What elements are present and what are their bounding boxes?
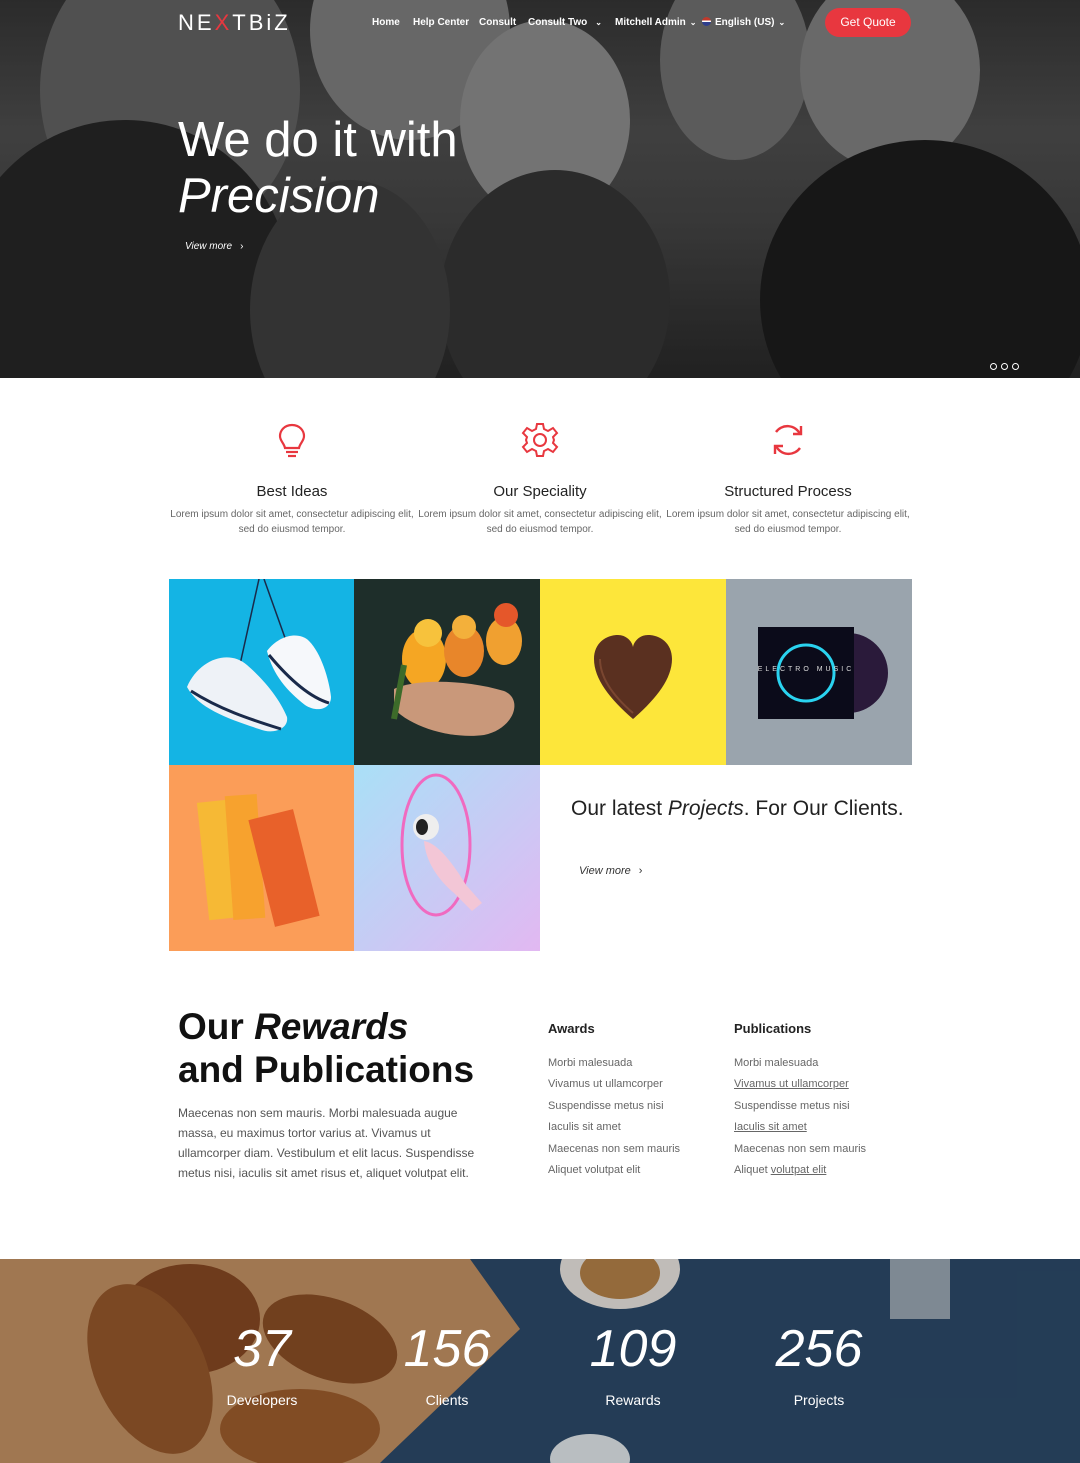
- project-tile-sneakers[interactable]: [169, 579, 355, 765]
- feature-our-speciality: Our Speciality Lorem ipsum dolor sit ame…: [416, 420, 664, 537]
- feature-text: Lorem ipsum dolor sit amet, consectetur …: [170, 509, 414, 535]
- books-image: [196, 794, 320, 927]
- list-item[interactable]: Aliquet volutpat elit: [734, 1160, 866, 1181]
- awards-list: Morbi malesuada Vivamus ut ullamcorper S…: [548, 1053, 680, 1181]
- nav-user-menu[interactable]: Mitchell Admin ⌄: [615, 17, 696, 28]
- nav-home[interactable]: Home: [372, 17, 400, 28]
- chevron-right-icon: ›: [638, 865, 643, 877]
- stat-rewards: 109 Rewards: [540, 1318, 726, 1408]
- hero-view-more-link[interactable]: View more ›: [185, 241, 243, 252]
- hero-overlay: [0, 0, 1080, 378]
- list-item[interactable]: Suspendisse metus nisi: [734, 1096, 866, 1117]
- project-tile-chocolate-heart[interactable]: [540, 579, 726, 765]
- inline-link[interactable]: volutpat elit: [771, 1164, 827, 1176]
- chevron-down-icon: ⌄: [778, 18, 786, 27]
- hero-title: We do it with Precision: [178, 113, 458, 223]
- project-tile-parrots[interactable]: [354, 579, 540, 765]
- feature-text: Lorem ipsum dolor sit amet, consectetur …: [418, 509, 662, 535]
- rewards-title: Our Rewards and Publications: [178, 1006, 475, 1090]
- stat-clients: 156 Clients: [354, 1318, 540, 1408]
- feature-structured-process: Structured Process Lorem ipsum dolor sit…: [664, 420, 912, 537]
- list-item[interactable]: Maecenas non sem mauris: [734, 1139, 866, 1160]
- carousel-dot[interactable]: [1001, 363, 1008, 370]
- stat-label: Clients: [425, 1392, 469, 1408]
- stat-projects: 256 Projects: [726, 1318, 912, 1408]
- refresh-icon: [773, 424, 803, 456]
- get-quote-button[interactable]: Get Quote: [825, 8, 911, 37]
- chevron-down-icon: ⌄: [689, 18, 697, 27]
- publications-heading: Publications: [734, 1021, 812, 1036]
- feature-title: Best Ideas: [256, 483, 328, 500]
- list-item[interactable]: Aliquet volutpat elit: [548, 1160, 680, 1181]
- feature-title: Structured Process: [724, 483, 852, 500]
- nav-consult[interactable]: Consult: [479, 17, 516, 28]
- list-item-link[interactable]: Iaculis sit amet: [734, 1117, 866, 1138]
- stat-value: 256: [775, 1320, 863, 1378]
- stat-value: 37: [233, 1320, 291, 1378]
- astronaut-image: [400, 773, 482, 917]
- album-title: ELECTRO MUSIC: [758, 666, 855, 673]
- feature-title: Our Speciality: [493, 483, 587, 500]
- list-item-link[interactable]: Vivamus ut ullamcorper: [734, 1074, 866, 1095]
- nav-consult-two[interactable]: Consult Two ⌄: [528, 17, 602, 28]
- list-item[interactable]: Vivamus ut ullamcorper: [548, 1074, 680, 1095]
- list-item[interactable]: Suspendisse metus nisi: [548, 1096, 680, 1117]
- stat-developers: 37 Developers: [169, 1318, 355, 1408]
- main-navbar: NEXTBiZ Home Help Center Consult Consult…: [0, 0, 1080, 46]
- hero-banner: NEXTBiZ Home Help Center Consult Consult…: [0, 0, 1080, 378]
- feature-text: Lorem ipsum dolor sit amet, consectetur …: [666, 509, 910, 535]
- list-item[interactable]: Morbi malesuada: [548, 1053, 680, 1074]
- project-tile-astronaut[interactable]: [354, 765, 540, 951]
- carousel-dot[interactable]: [990, 363, 997, 370]
- sneakers-image: [187, 579, 331, 732]
- chevron-right-icon: ›: [240, 241, 244, 252]
- carousel-indicators: [990, 357, 1023, 375]
- chocolate-heart-image: [594, 635, 672, 719]
- stat-label: Developers: [226, 1392, 298, 1408]
- stat-label: Projects: [793, 1392, 845, 1408]
- lightbulb-icon: [278, 423, 306, 458]
- rewards-description: Maecenas non sem mauris. Morbi malesuada…: [178, 1106, 475, 1180]
- list-item[interactable]: Morbi malesuada: [734, 1053, 866, 1074]
- project-tile-books[interactable]: [169, 765, 355, 951]
- cd-album-image: ELECTRO MUSIC: [758, 627, 888, 719]
- brand-logo[interactable]: NEXTBiZ: [178, 10, 291, 36]
- feature-best-ideas: Best Ideas Lorem ipsum dolor sit amet, c…: [168, 420, 416, 537]
- projects-view-more-link[interactable]: View more ›: [579, 865, 642, 877]
- list-item[interactable]: Iaculis sit amet: [548, 1117, 680, 1138]
- awards-heading: Awards: [548, 1021, 595, 1036]
- list-item[interactable]: Maecenas non sem mauris: [548, 1139, 680, 1160]
- projects-heading: Our latest Projects. For Our Clients.: [571, 797, 904, 820]
- parrots-image: [391, 603, 522, 736]
- project-tile-electro-music[interactable]: ELECTRO MUSIC: [726, 579, 912, 765]
- carousel-dot[interactable]: [1012, 363, 1019, 370]
- stat-value: 156: [403, 1320, 491, 1378]
- nav-help-center[interactable]: Help Center: [413, 17, 469, 28]
- gear-icon: [521, 423, 559, 457]
- stat-label: Rewards: [605, 1392, 661, 1408]
- nav-language[interactable]: English (US) ⌄: [702, 17, 785, 28]
- publications-list: Morbi malesuada Vivamus ut ullamcorper S…: [734, 1053, 866, 1181]
- chevron-down-icon: ⌄: [595, 18, 602, 27]
- stat-value: 109: [589, 1320, 677, 1378]
- us-flag-icon: [702, 17, 711, 26]
